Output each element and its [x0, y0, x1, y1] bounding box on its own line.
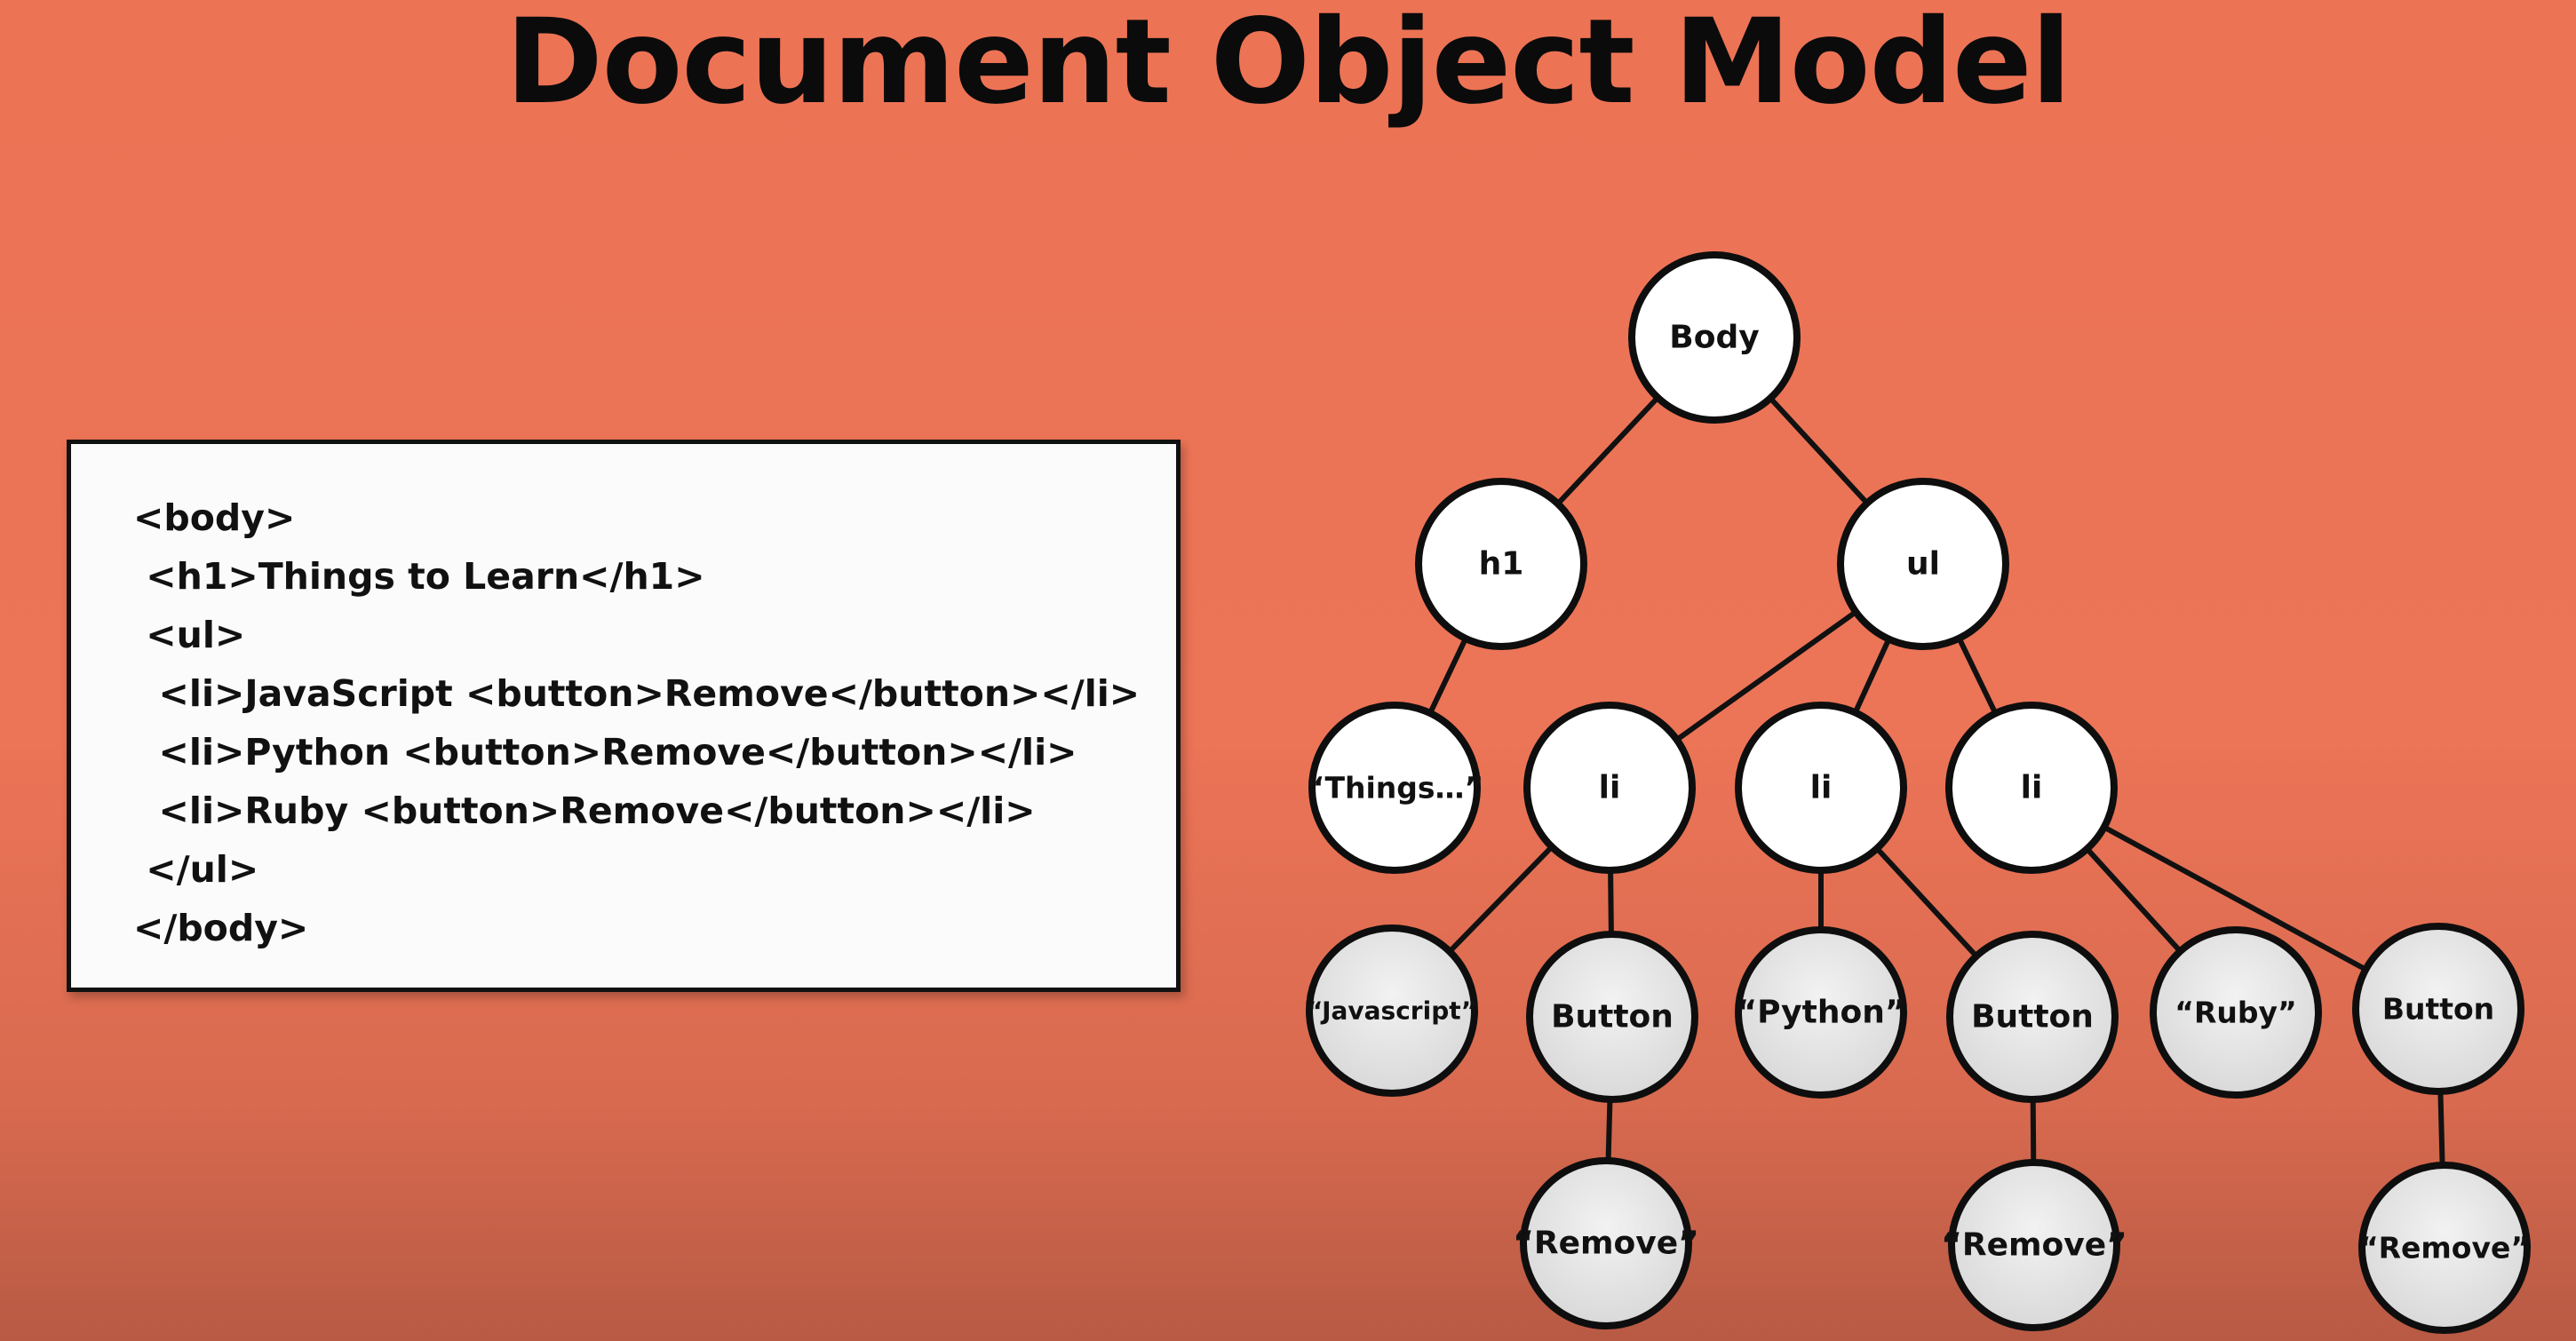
tree-node-li3: li	[1945, 702, 2118, 874]
tree-edge-li1-btn1	[1608, 869, 1614, 935]
tree-node-things: “Things…”	[1306, 702, 1483, 874]
tree-node-label-remove2: “Remove”	[1941, 1227, 2127, 1264]
tree-edge-btn2-remove2	[2030, 1099, 2037, 1163]
tree-edge-li2-btn2	[1874, 846, 1979, 958]
tree-node-label-things: “Things…”	[1306, 771, 1483, 805]
tree-edge-body-h1	[1555, 395, 1660, 506]
tree-node-label-li1: li	[1599, 770, 1621, 806]
tree-node-remove2: “Remove”	[1941, 1159, 2127, 1331]
tree-edge-ul-li2	[1852, 638, 1892, 714]
tree-node-label-remove1: “Remove”	[1513, 1226, 1699, 1262]
tree-node-label-remove3: “Remove”	[2359, 1231, 2530, 1266]
tree-node-ruby: “Ruby”	[2150, 926, 2322, 1099]
tree-node-label-js: “Javascript”	[1307, 996, 1477, 1026]
tree-node-remove3: “Remove”	[2358, 1162, 2531, 1334]
tree-node-body: Body	[1628, 251, 1801, 424]
dom-tree-diagram: Body h1 ul “Things…” li li li “Javascript” Butto…	[1306, 251, 2531, 1334]
tree-node-h1: h1	[1415, 478, 1587, 650]
tree-node-label-python: “Python”	[1736, 995, 1905, 1031]
tree-edge-ul-li3	[1956, 637, 1999, 715]
tree-node-btn1: Button	[1526, 931, 1698, 1103]
tree-node-label-li3: li	[2021, 770, 2043, 806]
tree-node-remove1: “Remove”	[1513, 1157, 1699, 1329]
tree-node-js: “Javascript”	[1306, 924, 1478, 1097]
tree-edge-li3-ruby	[2085, 846, 2182, 954]
tree-edge-btn3-remove3	[2437, 1091, 2445, 1166]
tree-node-label-body: Body	[1669, 320, 1759, 356]
tree-edge-body-ul	[1768, 396, 1870, 505]
tree-node-label-btn1: Button	[1551, 999, 1674, 1036]
tree-node-li1: li	[1523, 702, 1696, 874]
tree-node-label-btn3: Button	[2382, 992, 2494, 1027]
tree-node-btn3: Button	[2352, 923, 2524, 1095]
tree-node-label-h1: h1	[1479, 546, 1524, 583]
tree-node-label-ul: ul	[1906, 546, 1940, 583]
tree-node-btn2: Button	[1946, 931, 2119, 1103]
tree-node-python: “Python”	[1735, 926, 1907, 1099]
tree-node-label-btn2: Button	[1971, 999, 2094, 1036]
tree-edge-li1-js	[1447, 845, 1554, 954]
tree-edge-btn1-remove1	[1605, 1099, 1613, 1162]
tree-node-li2: li	[1735, 702, 1907, 874]
tree-edge-h1-things	[1427, 637, 1468, 715]
tree-node-ul: ul	[1837, 478, 2009, 650]
tree-nodes: Body h1 ul “Things…” li li li “Javascript” Butto…	[1306, 251, 2531, 1334]
tree-node-label-li2: li	[1810, 770, 1833, 806]
tree-node-label-ruby: “Ruby”	[2174, 996, 2296, 1030]
